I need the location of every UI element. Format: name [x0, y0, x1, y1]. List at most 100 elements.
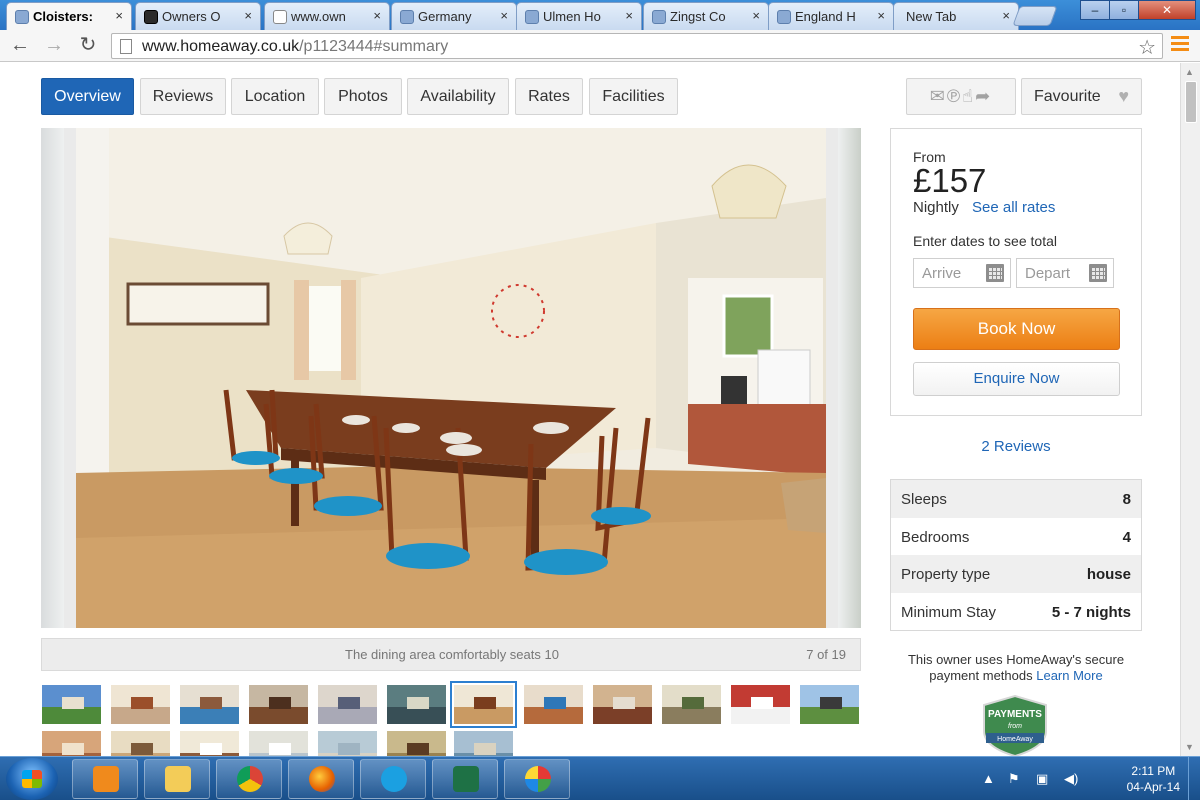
reload-icon[interactable]: ↻: [76, 34, 100, 58]
tab-overview[interactable]: Overview: [41, 78, 134, 115]
fact-value: 8: [1122, 491, 1131, 508]
close-tab-icon[interactable]: ×: [500, 8, 508, 23]
enquire-now-button[interactable]: Enquire Now: [913, 362, 1120, 396]
browser-tab-new[interactable]: New Tab ×: [893, 2, 1019, 30]
fact-label: Minimum Stay: [901, 603, 997, 621]
volume-icon[interactable]: ◀): [1064, 771, 1078, 787]
tab-availability[interactable]: Availability: [407, 78, 509, 115]
chrome-icon[interactable]: [216, 759, 282, 799]
favourite-button[interactable]: Favourite ♥: [1021, 78, 1142, 115]
thumbnail-8[interactable]: [523, 684, 584, 725]
thumbnail-2[interactable]: [110, 684, 171, 725]
thumbnail-4[interactable]: [248, 684, 309, 725]
url-domain: www.homeaway.co.uk: [142, 38, 300, 55]
windows-taskbar: ▲ ⚑ ▣ ◀) 2:11 PM 04-Apr-14: [0, 756, 1200, 800]
address-bar[interactable]: www.homeaway.co.uk/p1123444#summary ☆: [111, 33, 1163, 59]
page-scrollbar[interactable]: ▲ ▼: [1180, 63, 1200, 756]
close-tab-icon[interactable]: ×: [1002, 8, 1010, 23]
media-player-icon[interactable]: [72, 759, 138, 799]
thumbnail-14[interactable]: [110, 730, 171, 756]
tab-facilities[interactable]: Facilities: [589, 78, 678, 115]
property-facts-table: Sleeps 8 Bedrooms 4 Property type house …: [890, 479, 1142, 631]
fact-label: Bedrooms: [901, 528, 970, 546]
learn-more-link[interactable]: Learn More: [1036, 668, 1102, 683]
fact-value: 5 - 7 nights: [1051, 603, 1131, 621]
close-tab-icon[interactable]: ×: [115, 8, 123, 23]
calendar-icon[interactable]: [986, 264, 1004, 282]
tab-title: England H: [795, 9, 856, 24]
previous-photo-peek[interactable]: [41, 128, 64, 628]
maximize-button[interactable]: ▫: [1109, 0, 1139, 20]
browser-tab-owners[interactable]: Owners O ×: [135, 2, 261, 30]
close-tab-icon[interactable]: ×: [752, 8, 760, 23]
close-tab-icon[interactable]: ×: [625, 8, 633, 23]
close-tab-icon[interactable]: ×: [373, 8, 381, 23]
pinterest-icon[interactable]: ℗: [947, 86, 962, 106]
scrollbar-thumb[interactable]: [1185, 81, 1197, 123]
system-clock[interactable]: 2:11 PM 04-Apr-14: [1127, 763, 1180, 795]
show-desktop-button[interactable]: [1188, 757, 1200, 800]
action-center-flag-icon[interactable]: ⚑: [1008, 771, 1020, 787]
browser-menu-icon[interactable]: [1171, 36, 1189, 54]
see-all-rates-link[interactable]: See all rates: [972, 199, 1055, 216]
thumbnail-16[interactable]: [248, 730, 309, 756]
skype-icon[interactable]: [360, 759, 426, 799]
url-text[interactable]: www.homeaway.co.uk/p1123444#summary: [142, 38, 448, 56]
browser-tab-germany[interactable]: Germany ×: [391, 2, 517, 30]
show-hidden-icons-arrow[interactable]: ▲: [982, 771, 995, 786]
arrive-date-input[interactable]: Arrive: [913, 258, 1011, 288]
minimize-button[interactable]: ‒: [1080, 0, 1110, 20]
thumbnail-15[interactable]: [179, 730, 240, 756]
tab-reviews[interactable]: Reviews: [140, 78, 226, 115]
file-explorer-icon[interactable]: [144, 759, 210, 799]
photo-caption-bar: The dining area comfortably seats 10 7 o…: [41, 638, 861, 671]
forward-arrow-icon[interactable]: →: [42, 34, 66, 58]
thumbnail-19[interactable]: [453, 730, 514, 756]
thumbnail-18[interactable]: [386, 730, 447, 756]
back-arrow-icon[interactable]: ←: [8, 34, 32, 58]
share-icon[interactable]: ➦: [975, 86, 992, 106]
window-close-button[interactable]: ✕: [1138, 0, 1196, 20]
thumbnail-3[interactable]: [179, 684, 240, 725]
clock-time: 2:11 PM: [1131, 764, 1176, 778]
calendar-icon[interactable]: [1089, 264, 1107, 282]
depart-date-input[interactable]: Depart: [1016, 258, 1114, 288]
thumbnail-6[interactable]: [386, 684, 447, 725]
homeaway-icon: [777, 10, 791, 24]
thumbnail-17[interactable]: [317, 730, 378, 756]
thumbnail-5[interactable]: [317, 684, 378, 725]
browser-tab-www-own[interactable]: www.own ×: [264, 2, 390, 30]
photo-counter: 7 of 19: [806, 647, 846, 662]
firefox-icon[interactable]: [288, 759, 354, 799]
thumbnail-9[interactable]: [592, 684, 653, 725]
start-button[interactable]: [6, 758, 58, 800]
thumbnail-10[interactable]: [661, 684, 722, 725]
browser-tab-ulmen[interactable]: Ulmen Ho ×: [516, 2, 642, 30]
main-photo-dining-room[interactable]: [76, 128, 826, 628]
browser-tab-england[interactable]: England H ×: [768, 2, 894, 30]
tab-location[interactable]: Location: [231, 78, 319, 115]
close-tab-icon[interactable]: ×: [244, 8, 252, 23]
browser-tab-cloisters[interactable]: Cloisters: ×: [6, 2, 132, 30]
close-tab-icon[interactable]: ×: [877, 8, 885, 23]
tab-rates[interactable]: Rates: [515, 78, 583, 115]
bookmark-star-icon[interactable]: ☆: [1138, 35, 1156, 60]
next-photo-peek[interactable]: [838, 128, 861, 628]
thumbnail-12[interactable]: [799, 684, 860, 725]
excel-icon[interactable]: [432, 759, 498, 799]
like-icon[interactable]: ☝: [962, 86, 975, 106]
reviews-link[interactable]: 2 Reviews: [890, 438, 1142, 455]
thumbnail-7-selected[interactable]: [450, 681, 517, 728]
new-tab-button[interactable]: [1012, 6, 1058, 26]
thumbnail-11[interactable]: [730, 684, 791, 725]
book-now-button[interactable]: Book Now: [913, 308, 1120, 350]
scroll-down-icon[interactable]: ▼: [1185, 742, 1194, 752]
paint-icon[interactable]: [504, 759, 570, 799]
email-icon[interactable]: ✉: [930, 86, 947, 106]
network-icon[interactable]: ▣: [1036, 771, 1048, 787]
tab-photos[interactable]: Photos: [324, 78, 402, 115]
browser-tab-zingst[interactable]: Zingst Co ×: [643, 2, 769, 30]
thumbnail-13[interactable]: [41, 730, 102, 756]
scroll-up-icon[interactable]: ▲: [1185, 67, 1194, 77]
thumbnail-1[interactable]: [41, 684, 102, 725]
